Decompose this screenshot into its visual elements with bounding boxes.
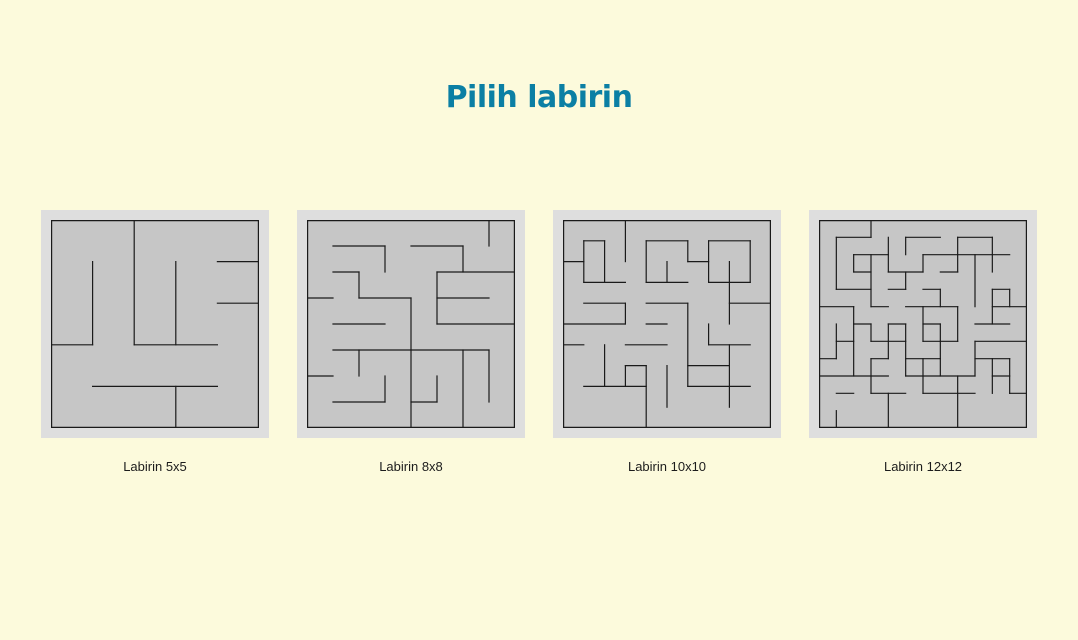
maze-label: Labirin 5x5 <box>123 459 187 474</box>
maze-label: Labirin 10x10 <box>627 459 707 474</box>
maze-thumbnail-10x10 <box>563 220 771 428</box>
maze-thumbnail-frame <box>41 210 269 438</box>
maze-card-10x10[interactable]: Labirin 10x10 <box>553 210 781 480</box>
maze-list: Labirin 5x5 Labirin 8x8 Labirin 10x10 La… <box>41 210 1037 480</box>
maze-thumbnail-frame <box>297 210 525 438</box>
maze-thumbnail-frame <box>553 210 781 438</box>
maze-thumbnail-frame <box>809 210 1037 438</box>
page-title: Pilih labirin <box>445 80 633 115</box>
maze-card-8x8[interactable]: Labirin 8x8 <box>297 210 525 480</box>
maze-thumbnail-12x12 <box>819 220 1027 428</box>
maze-card-5x5[interactable]: Labirin 5x5 <box>41 210 269 480</box>
maze-card-12x12[interactable]: Labirin 12x12 <box>809 210 1037 480</box>
maze-thumbnail-5x5 <box>51 220 259 428</box>
maze-thumbnail-8x8 <box>307 220 515 428</box>
maze-floor <box>51 220 259 428</box>
maze-label: Labirin 8x8 <box>379 459 443 474</box>
maze-label: Labirin 12x12 <box>883 459 963 474</box>
